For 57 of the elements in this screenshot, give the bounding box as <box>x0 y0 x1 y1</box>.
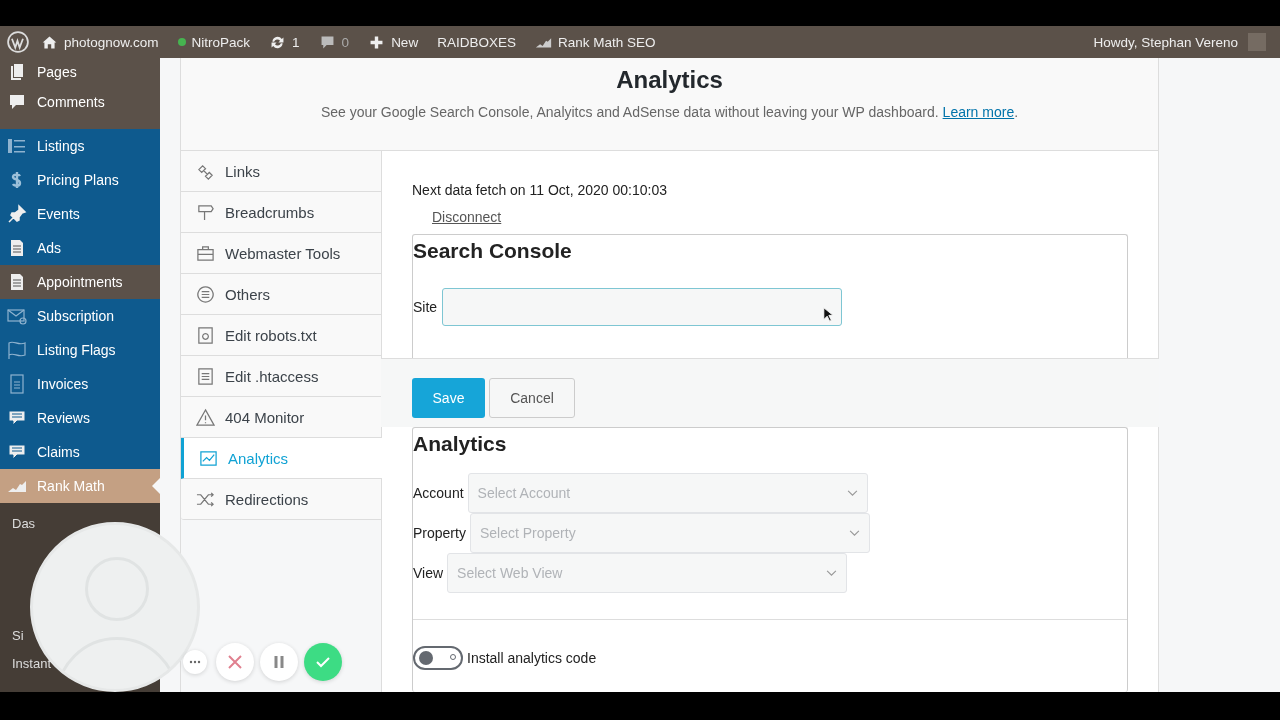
sidebar-item[interactable]: Appointments <box>0 265 160 299</box>
page-title: Analytics <box>615 66 724 94</box>
toggle-switch[interactable] <box>413 646 463 670</box>
file-icon <box>196 325 215 345</box>
comment-icon <box>7 92 27 112</box>
list-icon <box>7 136 27 156</box>
admin-bar-link[interactable]: New <box>368 33 419 51</box>
current-item-pointer-icon <box>152 478 160 494</box>
field-label: Property <box>413 525 466 541</box>
sidebar-item[interactable]: Events <box>0 197 160 231</box>
wordpress-logo-icon[interactable] <box>7 31 29 53</box>
admin-bar-link[interactable]: RAIDBOXES <box>437 34 516 50</box>
chevron-down-icon <box>848 529 860 537</box>
flag-icon <box>7 340 27 360</box>
chart-icon <box>199 448 218 468</box>
cancel-button[interactable]: Cancel <box>489 378 575 418</box>
warn-icon <box>196 407 215 427</box>
case-icon <box>196 243 215 263</box>
site-select[interactable] <box>442 288 843 326</box>
sign-icon <box>196 202 215 222</box>
pin-icon <box>7 204 27 224</box>
sidebar-item[interactable]: Listing Flags <box>0 333 160 367</box>
chevron-down-icon <box>826 569 838 577</box>
field-label: Site <box>413 299 438 315</box>
chevron-down-icon <box>846 489 858 497</box>
sidebar-item[interactable]: Ads <box>0 231 160 265</box>
learn-more-link[interactable]: Learn more <box>942 104 1015 120</box>
sidebar-item[interactable]: Subscription <box>0 299 160 333</box>
account-link[interactable]: Howdy, Stephan Vereno <box>1093 34 1238 50</box>
page-description: See your Google Search Console, Analyitcs and AdSense data without leaving your WP dashboard. <box>320 104 939 120</box>
cursor-icon <box>823 307 834 322</box>
disconnect-link[interactable]: Disconnect <box>432 209 502 225</box>
field-label: Account <box>413 485 464 501</box>
next-fetch-text: Next data fetch on 11 Oct, 2020 00:10:03 <box>412 182 668 198</box>
punctuation: . <box>1014 104 1019 120</box>
filelines-icon <box>196 366 215 386</box>
sidebar-item[interactable]: Listings <box>0 129 160 163</box>
admin-bar-link[interactable]: Rank Math SEO <box>534 33 656 51</box>
section-title: Search Console <box>413 239 573 263</box>
admin-bar-link[interactable]: NitroPack <box>177 34 251 50</box>
sidebar-item[interactable]: Claims <box>0 435 160 469</box>
mail-icon <box>7 306 27 326</box>
sidebar-item[interactable]: Reviews <box>0 401 160 435</box>
submenu-item[interactable]: Das <box>12 517 36 531</box>
status-dot-icon <box>177 38 186 46</box>
admin-bar-link[interactable]: photognow.com <box>41 33 159 51</box>
lines-icon <box>196 284 215 304</box>
section-title: Analytics <box>413 432 508 456</box>
admin-bar-link[interactable]: 1 <box>269 33 300 51</box>
toggle-label: Install analytics code <box>467 650 597 666</box>
field-label: View <box>413 565 444 581</box>
submenu-item[interactable]: Instant <box>12 657 52 671</box>
invoice-icon <box>7 374 27 394</box>
sidebar-item[interactable]: Pricing Plans <box>0 163 160 197</box>
sidebar-item[interactable]: Invoices <box>0 367 160 401</box>
submenu-item[interactable]: Si <box>12 629 24 643</box>
sidebar-item[interactable]: Pages <box>0 58 160 85</box>
